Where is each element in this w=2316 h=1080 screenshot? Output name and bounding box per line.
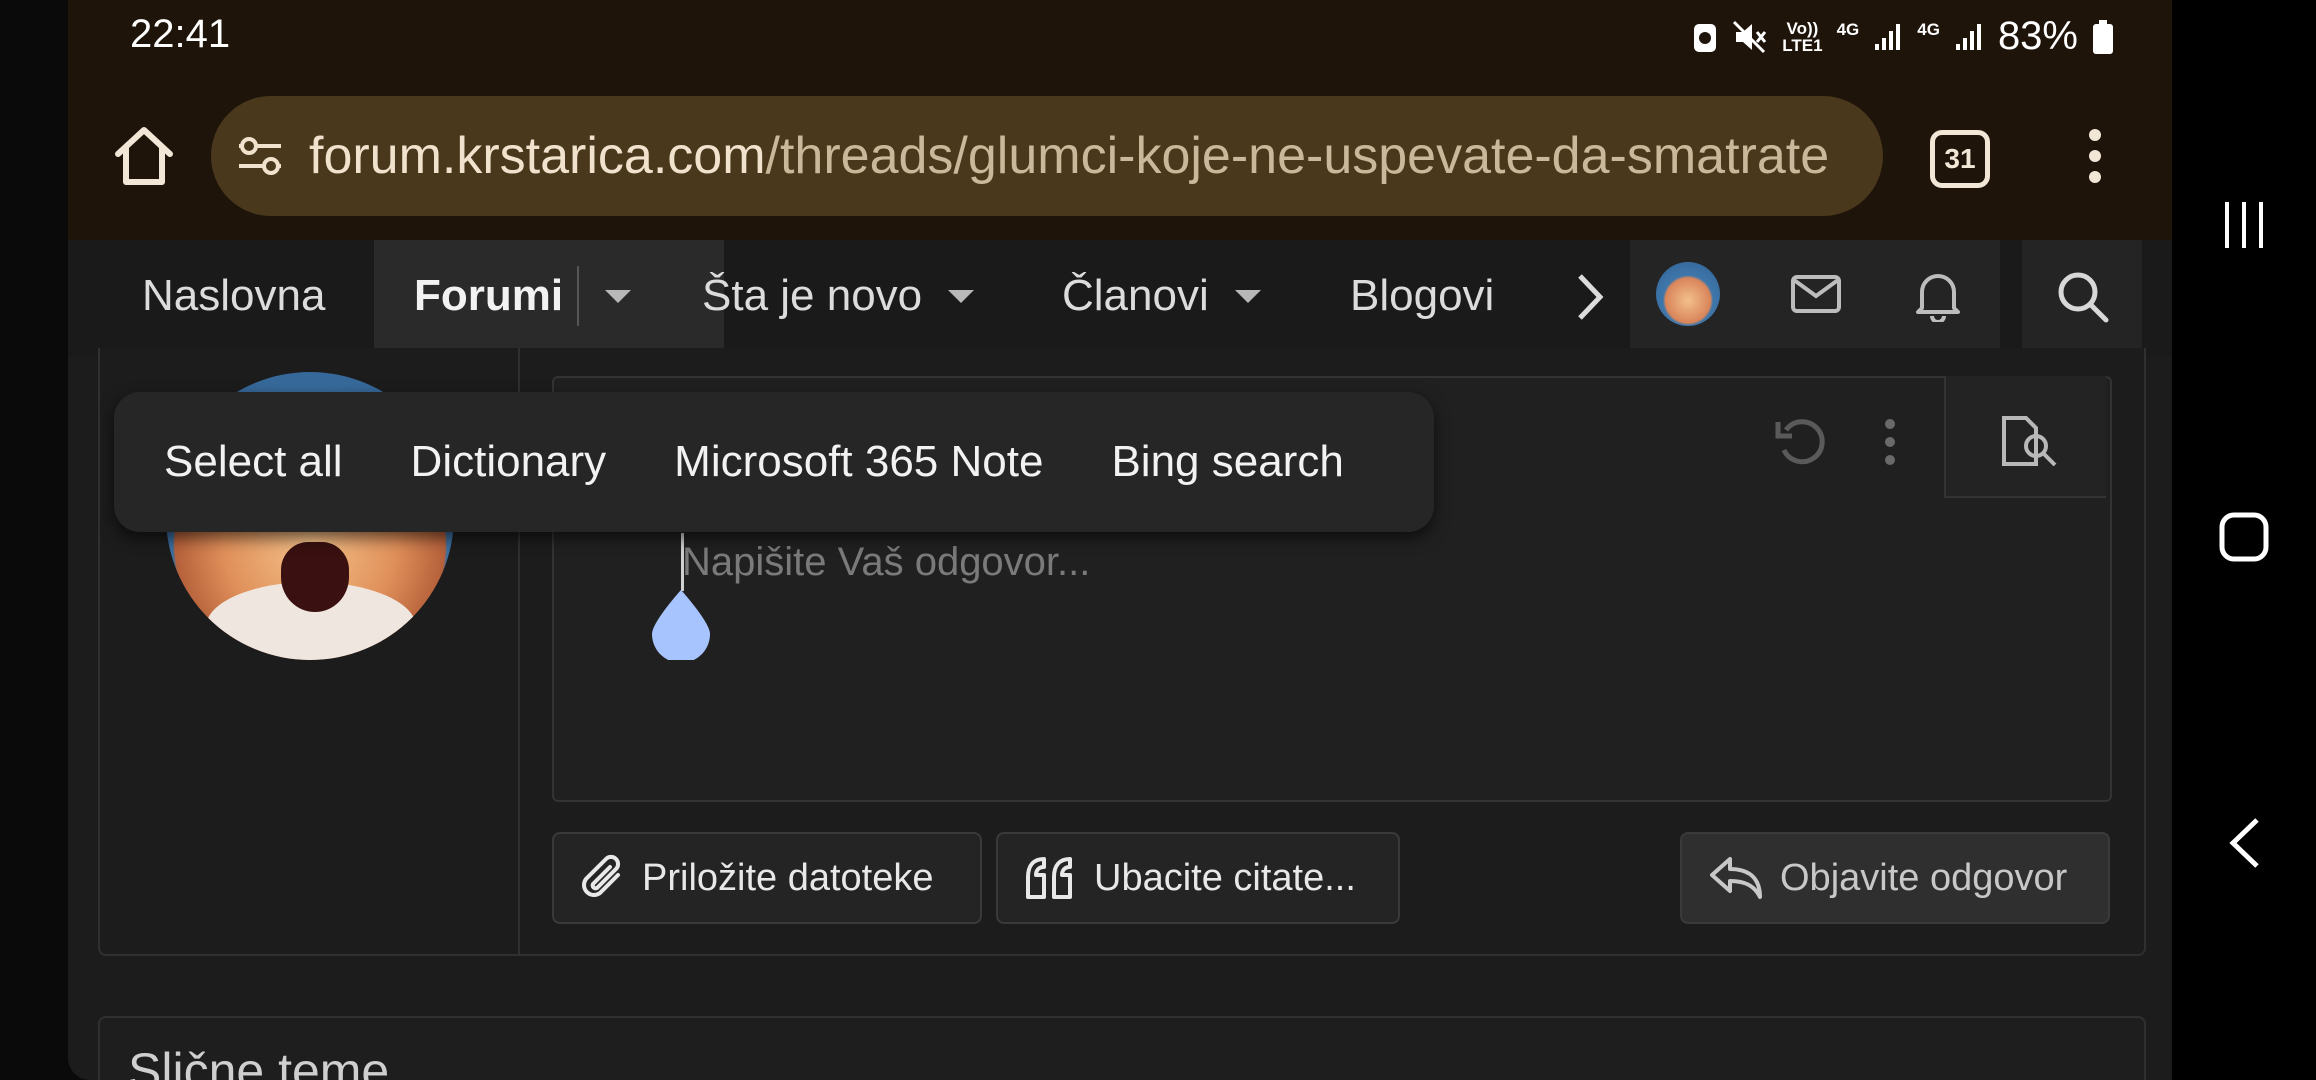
selection-handle[interactable] [650,588,712,660]
preview-toggle[interactable] [1944,376,2106,498]
status-icons: Vo)) LTE1 4G 4G 83% [1692,14,2114,59]
mute-icon [1733,20,1767,53]
address-bar[interactable]: forum.krstarica.com/threads/glumci-koje-… [211,96,1883,216]
status-time: 22:41 [130,12,231,56]
net-type-1: 4G [1836,20,1860,39]
search-button[interactable] [2022,240,2142,352]
nav-clanovi[interactable]: Članovi [1062,240,1261,352]
menu-dictionary[interactable]: Dictionary [377,437,641,487]
nav-naslovna[interactable]: Naslovna [142,240,325,352]
signal-icon-2 [1955,23,1981,50]
mail-icon[interactable] [1790,274,1842,314]
avatar[interactable] [1656,262,1720,326]
menu-select-all[interactable]: Select all [114,437,377,487]
tab-switcher-button[interactable]: 31 [1930,130,1990,188]
browser-toolbar: forum.krstarica.com/threads/glumci-koje-… [68,72,2172,242]
site-settings-icon[interactable] [235,134,285,178]
quote-icon [1026,857,1072,899]
system-nav-bar [2172,0,2316,1080]
battery-icon [2093,19,2113,54]
attach-files-button[interactable]: Priložite datoteke [552,832,982,924]
nav-blogovi[interactable]: Blogovi [1350,240,1494,352]
undo-icon[interactable] [1774,416,1826,468]
user-nav-box [1630,240,2000,352]
signal-icon [1875,23,1901,50]
menu-microsoft-365-note[interactable]: Microsoft 365 Note [640,437,1077,487]
text-cursor [681,533,684,591]
search-icon[interactable] [2056,270,2110,324]
back-icon [2229,818,2259,868]
recent-apps-button[interactable] [2172,200,2316,250]
home-nav-button[interactable] [2172,512,2316,562]
chevron-down-icon[interactable] [1234,289,1261,303]
status-bar: 22:41 Vo)) LTE1 4G 4G 83% [68,0,2172,72]
url-text[interactable]: forum.krstarica.com/threads/glumci-koje-… [309,126,1829,186]
site-nav: Naslovna Forumi Šta je novo Članovi Blog… [68,240,2172,356]
insert-quotes-button[interactable]: Ubacite citate... [996,832,1400,924]
preview-icon[interactable] [2000,414,2060,468]
more-vert-icon[interactable] [2088,128,2102,184]
net-type-2: 4G [1917,20,1940,39]
screenshot-icon [1694,23,1717,52]
volte-indicator: Vo)) LTE1 [1782,18,1823,55]
recents-icon [2225,202,2263,248]
reply-placeholder[interactable]: Napišite Vaš odgovor... [682,540,1090,585]
paperclip-icon [582,854,621,897]
nav-divider [577,266,580,326]
nav-sta-je-novo[interactable]: Šta je novo [702,240,975,352]
similar-threads-title: Slične teme [128,1043,390,1080]
more-vert-icon[interactable] [1884,418,1896,466]
chevron-right-icon[interactable] [1576,272,1606,322]
bell-icon[interactable] [1914,268,1962,322]
post-reply-button[interactable]: Objavite odgovor [1680,832,2110,924]
reply-icon [1710,857,1762,899]
phone-screen: 22:41 Vo)) LTE1 4G 4G 83% forum.krstaric… [68,0,2172,1080]
similar-threads-box [98,1016,2146,1080]
menu-bing-search[interactable]: Bing search [1077,437,1377,487]
text-selection-menu: Select all Dictionary Microsoft 365 Note… [114,392,1434,532]
nav-forumi[interactable]: Forumi [374,240,724,352]
battery-percent: 83% [1997,14,2078,58]
chevron-down-icon[interactable] [948,289,975,303]
home-square-icon [2219,512,2269,562]
back-nav-button[interactable] [2172,816,2316,870]
home-icon[interactable] [110,124,178,188]
chevron-down-icon[interactable] [605,289,632,303]
avatar-detail-mouth [281,542,349,612]
